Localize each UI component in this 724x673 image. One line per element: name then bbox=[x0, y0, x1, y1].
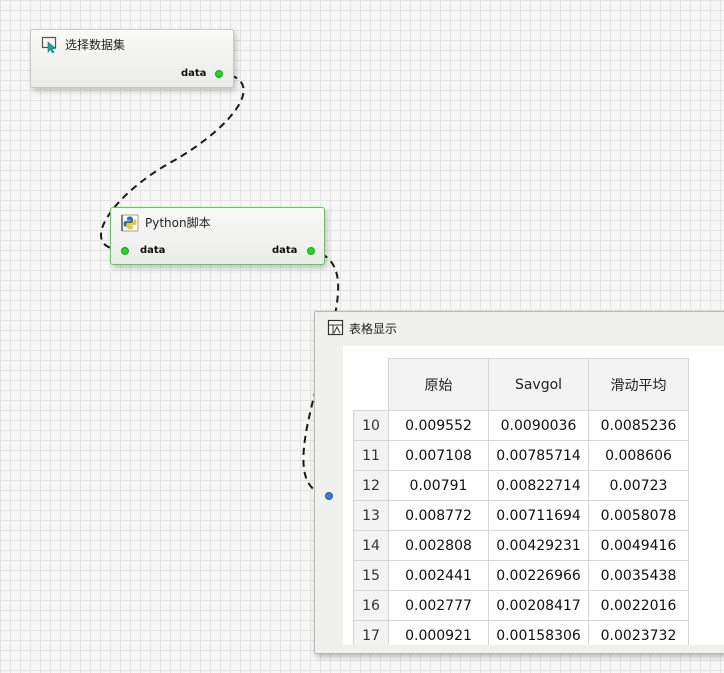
column-header[interactable]: Savgol bbox=[488, 358, 589, 411]
table-row[interactable]: 17 0.000921 0.00158306 0.0023732 bbox=[353, 620, 689, 645]
workflow-canvas[interactable]: 选择数据集 data Python脚本 data data 表格显示 原始 Sa… bbox=[0, 0, 724, 673]
dataset-output-label: data bbox=[181, 68, 207, 79]
table-cell[interactable]: 0.002777 bbox=[388, 590, 489, 621]
table-cell[interactable]: 0.00791 bbox=[388, 470, 489, 501]
row-index: 12 bbox=[353, 470, 389, 501]
column-header[interactable]: 滑动平均 bbox=[588, 358, 689, 411]
table-cell[interactable]: 0.00429231 bbox=[488, 530, 589, 561]
table-cell[interactable]: 0.00711694 bbox=[488, 500, 589, 531]
table-row[interactable]: 16 0.002777 0.00208417 0.0022016 bbox=[353, 590, 689, 621]
table-cell[interactable]: 0.008606 bbox=[588, 440, 689, 471]
row-index: 17 bbox=[353, 620, 389, 645]
table-cell[interactable]: 0.0049416 bbox=[588, 530, 689, 561]
data-table-viewport[interactable]: 原始 Savgol 滑动平均 10 0.009552 0.0090036 0.0… bbox=[343, 346, 724, 645]
column-header[interactable]: 原始 bbox=[388, 358, 489, 411]
python-input-port[interactable] bbox=[121, 247, 129, 255]
table-row[interactable]: 10 0.009552 0.0090036 0.0085236 bbox=[353, 410, 689, 441]
table-node-title: 表格显示 bbox=[349, 322, 398, 336]
table-display-node[interactable]: 表格显示 原始 Savgol 滑动平均 10 0.009552 0.009003… bbox=[314, 311, 724, 654]
table-input-port[interactable] bbox=[325, 492, 333, 500]
table-cell[interactable]: 0.0022016 bbox=[588, 590, 689, 621]
table-cell[interactable]: 0.007108 bbox=[388, 440, 489, 471]
data-table: 原始 Savgol 滑动平均 10 0.009552 0.0090036 0.0… bbox=[353, 358, 689, 645]
table-cell[interactable]: 0.000921 bbox=[388, 620, 489, 645]
table-corner-cell bbox=[353, 358, 389, 411]
python-node-title: Python脚本 bbox=[145, 216, 211, 230]
table-cell[interactable]: 0.008772 bbox=[388, 500, 489, 531]
python-script-node[interactable]: Python脚本 data data bbox=[110, 207, 325, 265]
row-index: 14 bbox=[353, 530, 389, 561]
table-row[interactable]: 12 0.00791 0.00822714 0.00723 bbox=[353, 470, 689, 501]
row-index: 16 bbox=[353, 590, 389, 621]
table-cell[interactable]: 0.00158306 bbox=[488, 620, 589, 645]
dataset-node-title: 选择数据集 bbox=[65, 38, 126, 52]
python-input-label: data bbox=[140, 245, 166, 256]
python-icon bbox=[121, 214, 139, 232]
table-cell[interactable]: 0.0035438 bbox=[588, 560, 689, 591]
table-row[interactable]: 15 0.002441 0.00226966 0.0035438 bbox=[353, 560, 689, 591]
table-cell[interactable]: 0.009552 bbox=[388, 410, 489, 441]
dataset-node[interactable]: 选择数据集 data bbox=[30, 29, 234, 88]
table-cell[interactable]: 0.00226966 bbox=[488, 560, 589, 591]
table-header-row: 原始 Savgol 滑动平均 bbox=[353, 358, 689, 411]
table-cell[interactable]: 0.00723 bbox=[588, 470, 689, 501]
table-display-icon bbox=[327, 319, 345, 337]
table-cell[interactable]: 0.002808 bbox=[388, 530, 489, 561]
python-output-port[interactable] bbox=[307, 247, 315, 255]
table-row[interactable]: 14 0.002808 0.00429231 0.0049416 bbox=[353, 530, 689, 561]
row-index: 15 bbox=[353, 560, 389, 591]
table-cell[interactable]: 0.00208417 bbox=[488, 590, 589, 621]
table-cell[interactable]: 0.002441 bbox=[388, 560, 489, 591]
table-cell[interactable]: 0.0058078 bbox=[588, 500, 689, 531]
row-index: 10 bbox=[353, 410, 389, 441]
row-index: 13 bbox=[353, 500, 389, 531]
dataset-output-port[interactable] bbox=[215, 70, 223, 78]
table-cell[interactable]: 0.00785714 bbox=[488, 440, 589, 471]
table-cell[interactable]: 0.0023732 bbox=[588, 620, 689, 645]
table-cell[interactable]: 0.0085236 bbox=[588, 410, 689, 441]
python-output-label: data bbox=[272, 245, 298, 256]
table-row[interactable]: 13 0.008772 0.00711694 0.0058078 bbox=[353, 500, 689, 531]
cursor-select-icon bbox=[41, 36, 59, 54]
table-cell[interactable]: 0.0090036 bbox=[488, 410, 589, 441]
row-index: 11 bbox=[353, 440, 389, 471]
table-row[interactable]: 11 0.007108 0.00785714 0.008606 bbox=[353, 440, 689, 471]
table-cell[interactable]: 0.00822714 bbox=[488, 470, 589, 501]
